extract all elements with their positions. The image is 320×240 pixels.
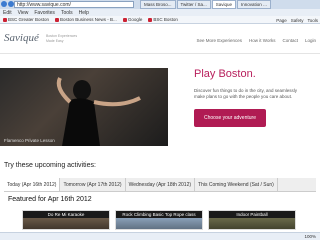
hero-title: Play Boston. — [194, 68, 256, 80]
choose-adventure-button[interactable]: Choose your adventure — [194, 109, 266, 127]
tab-tomorrow[interactable]: Tomorrow (Apr 17th 2012) — [60, 178, 126, 191]
favorite-link[interactable]: BSC Boston — [148, 17, 178, 22]
menu-view[interactable]: View — [18, 10, 29, 16]
menu-favorites[interactable]: Favorites — [34, 10, 55, 16]
menu-tools[interactable]: Tools — [61, 10, 73, 16]
favicon-icon — [55, 17, 60, 22]
browser-tab[interactable]: Mass Broso... — [140, 0, 176, 9]
activities-heading: Try these upcoming activities: — [4, 162, 96, 169]
activity-card-title: Do Re Mi Karaoke — [23, 211, 109, 218]
favorite-link[interactable]: Boston Business News - B... — [55, 17, 117, 22]
activity-card[interactable]: Rock Climbing Basic Top Rope class — [115, 210, 203, 230]
menu-help[interactable]: Help — [79, 10, 89, 16]
browser-titlebar: http://www.savique.com/ Mass Broso... Tw… — [0, 0, 320, 9]
activity-cards: Do Re Mi Karaoke Rock Climbing Basic Top… — [0, 210, 320, 230]
favicon-icon — [3, 17, 7, 22]
activity-card-image — [209, 218, 295, 229]
address-bar[interactable]: http://www.savique.com/ — [14, 1, 134, 8]
activity-card-image — [23, 218, 109, 229]
site-logo[interactable]: Saviqué — [4, 32, 39, 44]
activity-card-title: Rock Climbing Basic Top Rope class — [116, 211, 202, 218]
browser-tab-active[interactable]: Savique — [211, 0, 237, 9]
featured-heading: Featured for Apr 16th 2012 — [8, 196, 92, 203]
flamenco-dancer-illustration — [56, 77, 141, 146]
activity-card-image — [116, 218, 202, 229]
tools-menu[interactable]: Tools — [307, 18, 318, 23]
tab-today[interactable]: Today (Apr 16th 2012) — [4, 178, 61, 191]
nav-contact[interactable]: Contact — [282, 38, 298, 43]
back-icon[interactable] — [1, 1, 7, 7]
nav-login[interactable]: Login — [305, 38, 316, 43]
browser-tab[interactable]: Twitter / Sa... — [176, 0, 211, 9]
zoom-level[interactable]: 100% — [304, 234, 316, 239]
hero-caption: Flamenco Private Lesson — [4, 138, 55, 143]
favorites-bar: BSC Greater Boston Boston Business News … — [0, 16, 320, 24]
site-tagline: Boston Experiences Made Easy — [46, 34, 78, 43]
hero-description: Discover fun things to do in the city, a… — [194, 88, 297, 99]
day-tabs: Today (Apr 16th 2012) Tomorrow (Apr 17th… — [4, 178, 316, 192]
page-menu[interactable]: Page — [276, 18, 287, 23]
tab-wednesday[interactable]: Wednesday (Apr 18th 2012) — [126, 178, 196, 191]
menu-edit[interactable]: Edit — [3, 10, 12, 16]
hero-image: Flamenco Private Lesson — [0, 68, 168, 146]
activity-card[interactable]: Do Re Mi Karaoke — [22, 210, 110, 230]
activity-card-title: Indoor Paintball — [209, 211, 295, 218]
favicon-icon — [122, 17, 127, 22]
site-nav: See More Experiences How it Works Contac… — [197, 38, 316, 43]
status-bar: 100% — [0, 232, 320, 240]
site-header: Saviqué Boston Experiences Made Easy See… — [0, 24, 320, 54]
nav-how-it-works[interactable]: How it Works — [249, 38, 275, 43]
safety-menu[interactable]: Safety — [291, 18, 304, 23]
favorite-link[interactable]: Google — [122, 17, 142, 22]
command-bar: Page Safety Tools — [276, 16, 318, 24]
menu-bar: Edit View Favorites Tools Help — [0, 9, 320, 16]
favorite-link[interactable]: BSC Greater Boston — [3, 17, 49, 22]
nav-see-more-experiences[interactable]: See More Experiences — [197, 38, 243, 43]
browser-tabs: Mass Broso... Twitter / Sa... Savique In… — [140, 0, 271, 9]
tab-weekend[interactable]: This Coming Weekend (Sat / Sun) — [195, 178, 278, 191]
activity-card[interactable]: Indoor Paintball — [208, 210, 296, 230]
favicon-icon — [148, 17, 153, 22]
browser-tab[interactable]: Innovation ... — [237, 0, 271, 9]
